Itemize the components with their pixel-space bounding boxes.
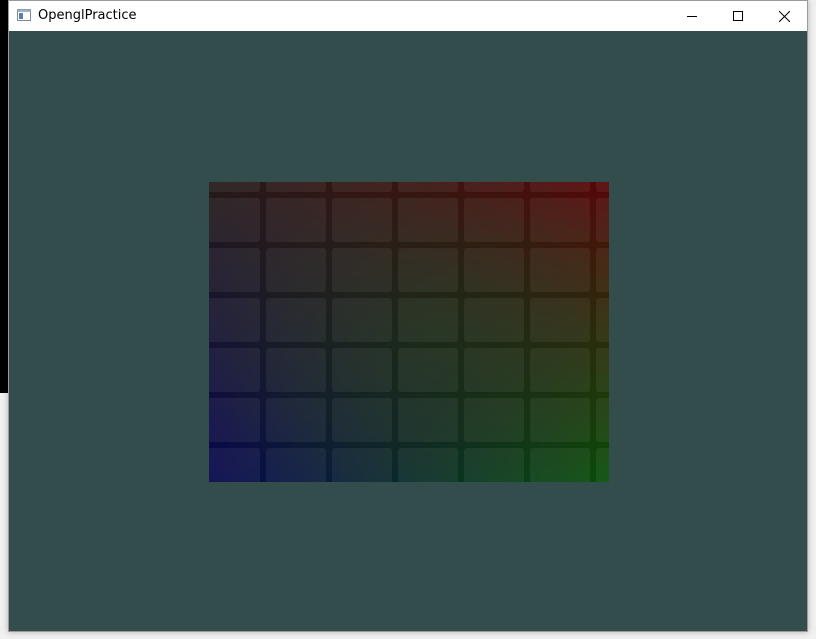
close-button[interactable]: [761, 1, 807, 31]
maximize-icon: [733, 11, 743, 21]
app-window: OpenglPractice: [8, 0, 808, 632]
app-window-icon: [17, 9, 31, 21]
textured-quad: [209, 182, 609, 482]
minimize-icon: [687, 16, 697, 17]
title-bar[interactable]: OpenglPractice: [9, 1, 807, 31]
maximize-button[interactable]: [715, 1, 761, 31]
window-title: OpenglPractice: [38, 8, 137, 23]
desktop-background: [0, 0, 8, 393]
close-icon: [778, 10, 790, 22]
minimize-button[interactable]: [669, 1, 715, 31]
opengl-viewport[interactable]: [9, 31, 807, 631]
